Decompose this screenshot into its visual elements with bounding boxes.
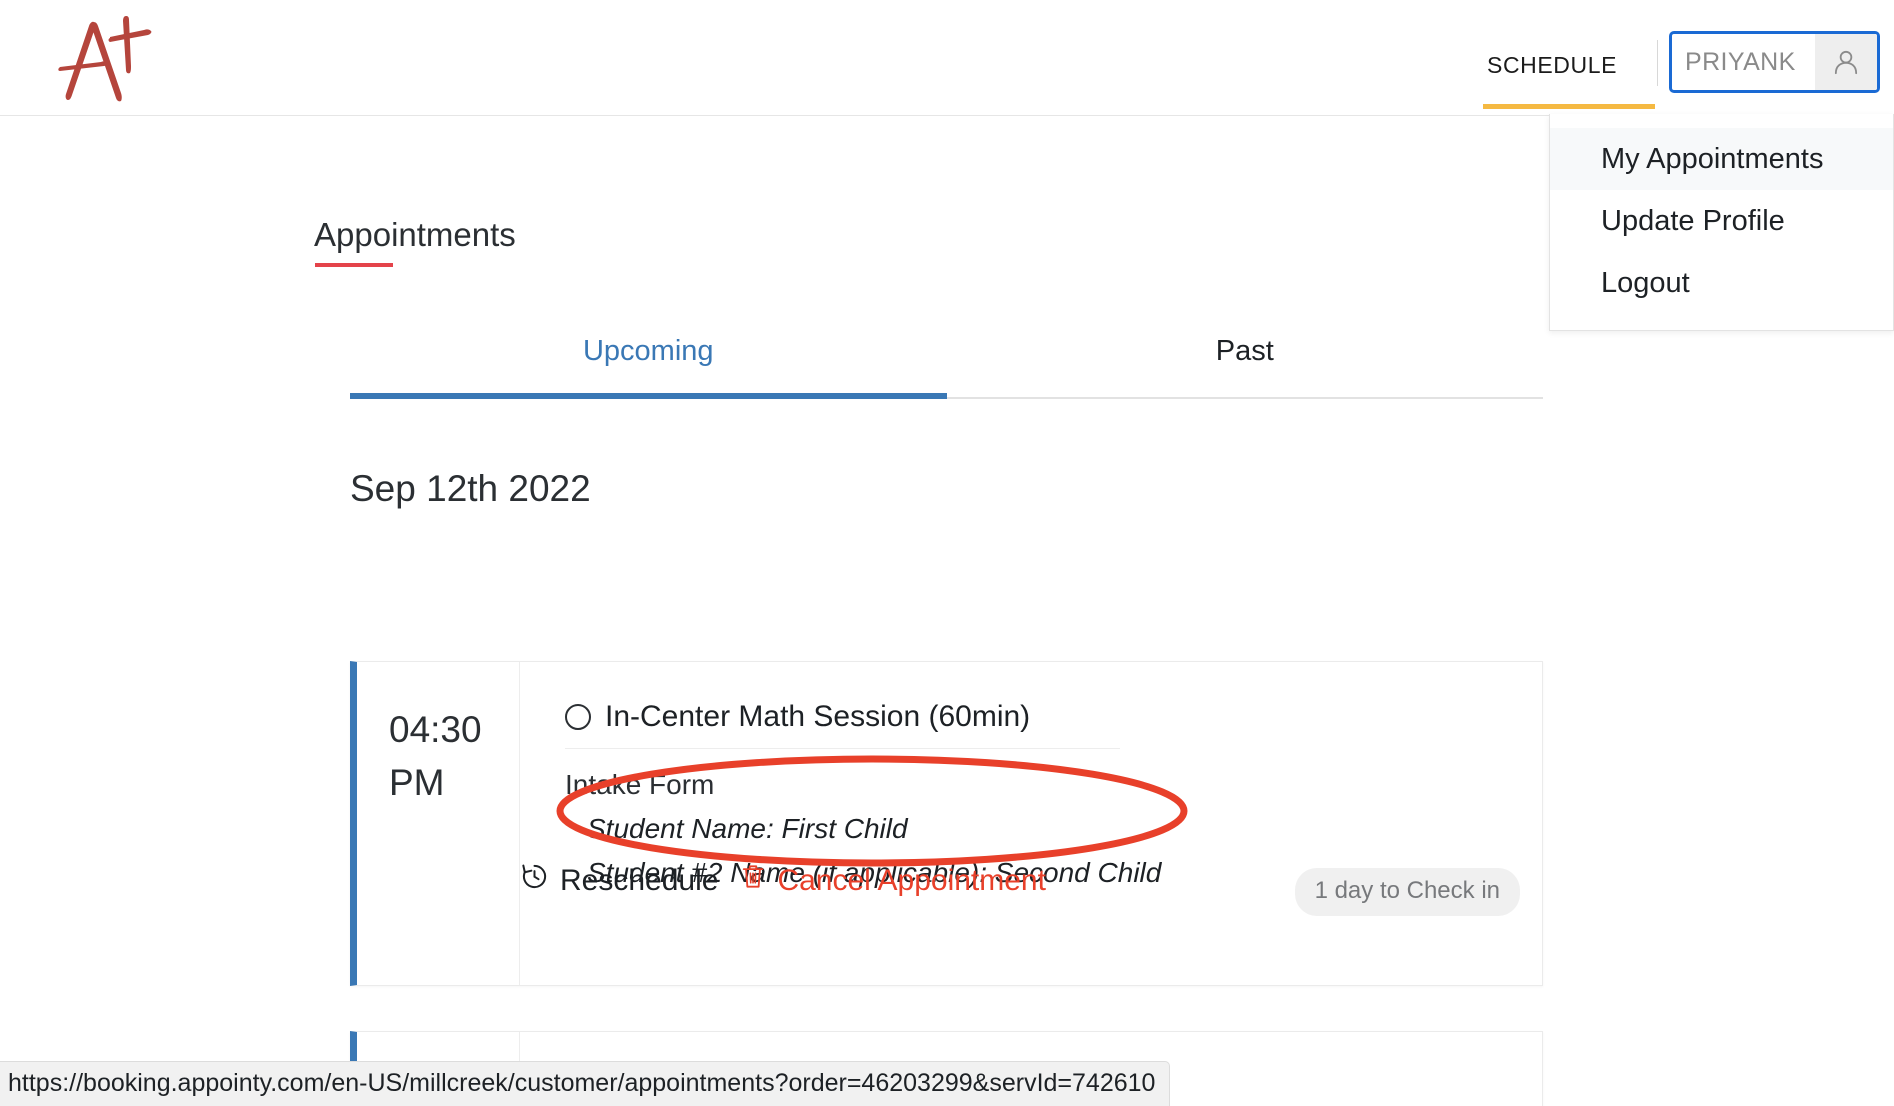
tab-upcoming[interactable]: Upcoming <box>350 311 947 399</box>
tab-past[interactable]: Past <box>947 311 1544 397</box>
history-clock-icon <box>520 862 549 899</box>
menu-item-label: My Appointments <box>1601 142 1824 175</box>
appointment-time: 04:30 PM <box>357 662 520 985</box>
cancel-appointment-label: Cancel Appointment <box>777 863 1046 897</box>
empty-circle-icon <box>565 704 591 730</box>
appointment-tabs: Upcoming Past <box>350 311 1543 399</box>
appointment-details: In-Center Math Session (60min) Intake Fo… <box>520 662 1542 985</box>
browser-page: SCHEDULE PRIYANK My Appointments Update … <box>0 0 1894 1106</box>
appointment-card[interactable]: 04:30 PM In-Center Math Session (60min) … <box>350 661 1543 986</box>
intake-form-label: Intake Form <box>565 769 715 800</box>
appointment-time-hour: 04:30 <box>389 709 482 750</box>
trash-icon <box>740 862 766 899</box>
page-title-underline <box>315 263 393 267</box>
nav-divider <box>1657 40 1658 86</box>
tab-label: Upcoming <box>582 335 714 367</box>
page-title: Appointments <box>314 216 516 253</box>
menu-item-logout[interactable]: Logout <box>1550 252 1893 314</box>
site-logo[interactable] <box>48 10 158 106</box>
user-menu-name: PRIYANK <box>1685 47 1796 76</box>
top-navigation-bar: SCHEDULE PRIYANK <box>0 0 1894 116</box>
menu-item-my-appointments[interactable]: My Appointments <box>1550 128 1893 190</box>
browser-status-bar-url: https://booking.appointy.com/en-US/millc… <box>0 1061 1171 1106</box>
appointment-time-meridiem: PM <box>389 761 445 803</box>
nav-schedule-link[interactable]: SCHEDULE <box>1487 52 1617 79</box>
date-group-heading: Sep 12th 2022 <box>350 468 591 509</box>
reschedule-label: Reschedule <box>560 863 719 897</box>
user-menu-button[interactable]: PRIYANK <box>1669 31 1880 93</box>
appointment-title: In-Center Math Session (60min) <box>605 700 1031 733</box>
checkin-status-badge: 1 day to Check in <box>1294 868 1520 916</box>
menu-item-label: Update Profile <box>1601 204 1785 237</box>
intake-field: Student Name: First Child <box>587 813 908 844</box>
tab-label: Past <box>1215 335 1274 367</box>
user-dropdown-menu: My Appointments Update Profile Logout <box>1549 114 1894 331</box>
cancel-appointment-button[interactable]: Cancel Appointment <box>740 862 1046 899</box>
reschedule-button[interactable]: Reschedule <box>520 862 718 899</box>
menu-item-label: Logout <box>1601 266 1690 299</box>
appointment-title-row: In-Center Math Session (60min) <box>565 700 1120 749</box>
appointment-actions: Reschedule Cancel Appointment <box>520 862 1046 899</box>
person-icon <box>1815 34 1877 90</box>
nav-schedule-active-indicator <box>1483 104 1655 109</box>
menu-item-update-profile[interactable]: Update Profile <box>1550 190 1893 252</box>
